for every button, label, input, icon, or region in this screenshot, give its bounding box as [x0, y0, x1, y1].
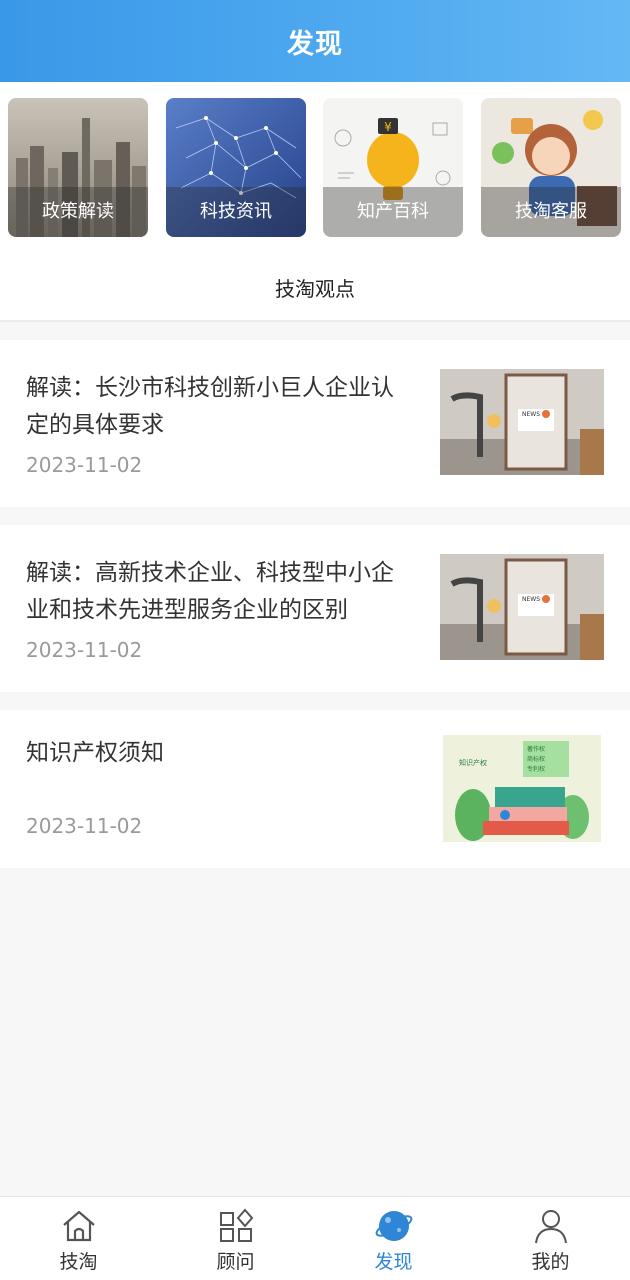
home-icon — [62, 1210, 95, 1242]
article-item[interactable]: 解读：高新技术企业、科技型中小企业和技术先进型服务企业的区别 2023-11-0… — [0, 525, 630, 692]
tab-home[interactable]: 技淘 — [0, 1197, 157, 1280]
category-label: 技淘客服 — [481, 187, 621, 237]
article-title: 知识产权须知 — [26, 740, 164, 766]
svg-text:商标权: 商标权 — [527, 755, 545, 763]
tab-label: 我的 — [531, 1251, 570, 1273]
category-ip-wiki[interactable]: ¥ 知产百科 — [323, 98, 463, 237]
category-strip: 政策解读 科技资讯 ¥ 知产百科 技淘客服 技淘观点 — [0, 82, 630, 322]
category-label: 政策解读 — [8, 187, 148, 237]
tab-advisor[interactable]: 顾问 — [157, 1197, 314, 1280]
grid-icon — [219, 1208, 253, 1242]
article-title: 解读：长沙市科技创新小巨人企业认定的具体要求 — [26, 375, 394, 438]
category-label: 科技资讯 — [166, 187, 306, 237]
category-tech-news[interactable]: 科技资讯 — [166, 98, 306, 237]
tab-label: 顾问 — [216, 1251, 255, 1273]
article-date: 2023-11-02 — [26, 638, 143, 662]
svg-text:知识产权: 知识产权 — [459, 758, 487, 767]
tab-label: 技淘 — [59, 1251, 98, 1273]
news-frame-image: NEWS — [440, 369, 604, 475]
article-item[interactable]: 解读：长沙市科技创新小巨人企业认定的具体要求 2023-11-02 NEWS — [0, 340, 630, 507]
planet-icon — [375, 1211, 412, 1241]
category-label: 知产百科 — [323, 187, 463, 237]
article-title: 解读：高新技术企业、科技型中小企业和技术先进型服务企业的区别 — [26, 560, 394, 623]
news-frame-image: NEWS — [440, 554, 604, 660]
tab-discover[interactable]: 发现 — [315, 1197, 472, 1280]
page-title: 发现 — [287, 28, 343, 60]
article-date: 2023-11-02 — [26, 814, 143, 838]
article-date: 2023-11-02 — [26, 453, 143, 477]
svg-text:NEWS: NEWS — [522, 596, 540, 603]
section-title: 技淘观点 — [275, 277, 355, 301]
ip-books-image: 知识产权 著作权 商标权 专利权 — [443, 735, 601, 842]
category-policy[interactable]: 政策解读 — [8, 98, 148, 237]
category-service[interactable]: 技淘客服 — [481, 98, 621, 237]
svg-text:¥: ¥ — [384, 120, 392, 134]
svg-text:著作权: 著作权 — [527, 745, 545, 753]
app-header: 发现 — [0, 0, 630, 82]
tab-label: 发现 — [374, 1251, 413, 1273]
bottom-tab-bar: 技淘 顾问 发现 我的 — [0, 1196, 630, 1280]
svg-text:专利权: 专利权 — [527, 765, 545, 773]
divider — [0, 320, 630, 322]
article-item[interactable]: 知识产权须知 2023-11-02 知识产权 著作权 商标权 专利权 — [0, 710, 630, 868]
user-icon — [534, 1210, 567, 1244]
tab-mine[interactable]: 我的 — [472, 1197, 629, 1280]
svg-text:NEWS: NEWS — [522, 411, 540, 418]
